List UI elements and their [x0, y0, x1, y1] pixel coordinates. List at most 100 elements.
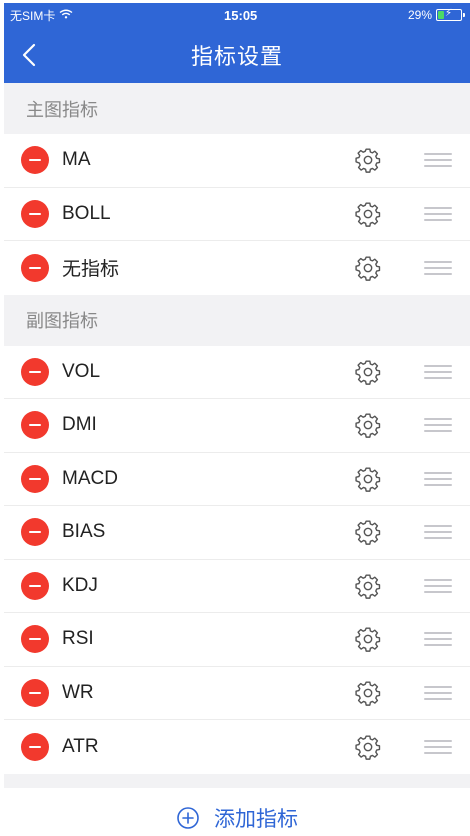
indicator-label: KDJ [62, 574, 98, 596]
drag-handle[interactable] [424, 150, 452, 170]
minus-icon [29, 159, 41, 162]
delete-button[interactable] [21, 678, 49, 707]
drag-handle[interactable] [424, 415, 452, 435]
drag-handle-line [424, 525, 452, 528]
settings-button[interactable] [353, 678, 383, 708]
footer-divider [4, 773, 470, 788]
drag-handle-line [424, 376, 452, 379]
battery-cap [463, 13, 465, 17]
drag-handle-line [424, 537, 452, 540]
drag-handle-line [424, 364, 452, 367]
indicator-row: VOL [4, 345, 470, 399]
section-header-sub: 副图指标 [4, 294, 470, 346]
settings-button[interactable] [353, 732, 383, 762]
minus-icon [29, 584, 41, 587]
drag-handle-line [424, 266, 452, 269]
settings-button[interactable] [353, 253, 383, 283]
delete-button[interactable] [21, 411, 49, 440]
indicator-label: ATR [62, 735, 99, 757]
indicator-row: 无指标 [4, 241, 470, 295]
settings-button[interactable] [353, 517, 383, 547]
delete-button[interactable] [21, 199, 49, 228]
drag-handle-line [424, 159, 452, 162]
gear-icon [355, 627, 381, 653]
gear-icon [355, 413, 381, 439]
indicator-row: BIAS [4, 506, 470, 560]
status-bar: 无SIM卡 15:05 29% ⚡ [4, 3, 470, 27]
gear-icon [355, 681, 381, 706]
indicator-label: VOL [62, 360, 101, 382]
drag-handle-line [424, 212, 452, 215]
drag-handle-line [424, 739, 452, 742]
drag-handle-line [424, 260, 452, 263]
minus-icon [29, 638, 41, 641]
minus-icon [29, 370, 41, 373]
settings-button[interactable] [353, 571, 383, 601]
delete-button[interactable] [21, 357, 49, 386]
settings-button[interactable] [353, 624, 383, 654]
drag-handle-line [424, 697, 452, 700]
drag-handle-line [424, 483, 452, 486]
drag-handle-line [424, 638, 452, 641]
app-frame: 无SIM卡 15:05 29% ⚡ 指标设置 主图指标 MA BOLL 无指标 … [4, 3, 470, 836]
gear-icon [355, 256, 381, 281]
drag-handle-line [424, 590, 452, 593]
drag-handle[interactable] [424, 629, 452, 649]
drag-handle[interactable] [424, 522, 452, 542]
settings-button[interactable] [353, 199, 383, 229]
drag-handle-line [424, 531, 452, 534]
section-header-main: 主图指标 [4, 83, 470, 134]
drag-handle-line [424, 418, 452, 421]
status-time: 15:05 [224, 7, 258, 23]
add-indicator-button[interactable]: 添加指标 [4, 787, 470, 836]
indicator-label: MA [62, 149, 91, 171]
drag-handle[interactable] [424, 576, 452, 596]
drag-handle-line [424, 153, 452, 156]
gear-icon [355, 202, 381, 227]
delete-button[interactable] [21, 732, 49, 761]
drag-handle-line [424, 165, 452, 168]
settings-button[interactable] [353, 145, 383, 175]
minus-icon [29, 266, 41, 269]
drag-handle-line [424, 584, 452, 587]
drag-handle-line [424, 206, 452, 209]
delete-button[interactable] [21, 146, 49, 175]
wifi-icon [59, 9, 73, 22]
minus-icon [29, 745, 41, 748]
chevron-left-icon [22, 43, 36, 67]
indicator-row: KDJ [4, 559, 470, 613]
drag-handle-line [424, 745, 452, 748]
gear-icon [355, 520, 381, 546]
drag-handle[interactable] [424, 204, 452, 224]
delete-button[interactable] [21, 571, 49, 600]
carrier-label: 无SIM卡 [10, 8, 56, 23]
drag-handle[interactable] [424, 683, 452, 703]
indicator-label: RSI [62, 628, 94, 650]
drag-handle[interactable] [424, 362, 452, 382]
drag-handle-line [424, 685, 452, 688]
drag-handle[interactable] [424, 469, 452, 489]
gear-icon [355, 735, 381, 760]
indicator-label: MACD [62, 467, 118, 489]
drag-handle[interactable] [424, 737, 452, 757]
drag-handle[interactable] [424, 258, 452, 278]
gear-icon [355, 148, 381, 174]
delete-button[interactable] [21, 625, 49, 654]
minus-icon [29, 212, 41, 215]
drag-handle-line [424, 272, 452, 275]
minus-icon [29, 424, 41, 427]
settings-button[interactable] [353, 464, 383, 494]
indicator-label: 无指标 [62, 259, 120, 281]
indicator-label: DMI [62, 414, 97, 436]
settings-button[interactable] [353, 357, 383, 387]
delete-button[interactable] [21, 253, 49, 282]
delete-button[interactable] [21, 518, 49, 547]
delete-button[interactable] [21, 464, 49, 493]
back-button[interactable] [22, 27, 52, 83]
indicator-row: MACD [4, 452, 470, 506]
indicator-row: DMI [4, 399, 470, 453]
battery-percent: 29% [407, 8, 432, 22]
drag-handle-line [424, 424, 452, 427]
minus-icon [29, 691, 41, 694]
settings-button[interactable] [353, 410, 383, 440]
